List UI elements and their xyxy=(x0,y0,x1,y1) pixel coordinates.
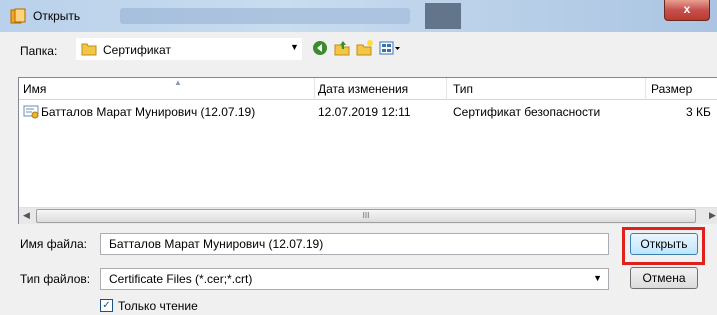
column-type[interactable]: Тип xyxy=(453,82,473,96)
readonly-checkbox[interactable]: ✓ xyxy=(100,299,113,312)
folder-icon xyxy=(81,43,97,56)
up-folder-icon[interactable] xyxy=(333,39,351,57)
file-name: Батталов Марат Мунирович (12.07.19) xyxy=(41,105,256,119)
filename-label: Имя файла: xyxy=(20,237,87,251)
file-size: 3 КБ xyxy=(686,105,711,119)
title-bar: Открыть x xyxy=(0,0,717,32)
file-type: Сертификат безопасности xyxy=(453,105,601,119)
column-divider[interactable] xyxy=(314,78,315,100)
chevron-down-icon: ▼ xyxy=(593,273,602,283)
scroll-thumb[interactable]: III xyxy=(36,209,696,223)
filetype-value: Certificate Files (*.cer;*.crt) xyxy=(109,272,253,286)
title-blur-dark xyxy=(425,3,461,29)
highlight-box xyxy=(622,227,705,265)
app-icon xyxy=(10,8,26,24)
column-divider[interactable] xyxy=(645,78,646,100)
chevron-down-icon[interactable]: ▼ xyxy=(290,42,299,52)
cancel-button[interactable]: Отмена xyxy=(630,267,698,289)
folder-name: Сертификат xyxy=(103,43,171,57)
title-blur xyxy=(120,8,410,24)
folder-label: Папка: xyxy=(20,44,58,58)
column-divider[interactable] xyxy=(446,78,447,100)
filename-input[interactable]: Батталов Марат Мунирович (12.07.19) xyxy=(100,233,609,255)
file-modified: 12.07.2019 12:11 xyxy=(318,105,411,119)
sort-up-icon: ▲ xyxy=(174,78,182,87)
column-name[interactable]: Имя xyxy=(23,82,46,96)
window-title: Открыть xyxy=(33,9,81,23)
scroll-right-icon[interactable]: ▶ xyxy=(709,210,716,221)
open-file-dialog: Открыть x Папка: Сертификат ▼ Имя ▲ Дата… xyxy=(0,0,717,315)
filetype-label: Тип файлов: xyxy=(20,272,91,286)
file-row[interactable]: Батталов Марат Мунирович (12.07.19) 12.0… xyxy=(19,102,717,122)
horizontal-scrollbar[interactable]: ◀ III ▶ xyxy=(19,207,717,224)
file-list-header: Имя ▲ Дата изменения Тип Размер xyxy=(19,78,717,100)
certificate-icon xyxy=(23,105,39,119)
column-size[interactable]: Размер xyxy=(651,82,692,96)
view-menu-icon[interactable] xyxy=(378,39,402,57)
scroll-left-icon[interactable]: ◀ xyxy=(23,210,30,221)
file-list[interactable]: Имя ▲ Дата изменения Тип Размер Батталов… xyxy=(18,77,717,224)
new-folder-icon[interactable] xyxy=(356,39,374,57)
filetype-select[interactable]: Certificate Files (*.cer;*.crt) ▼ xyxy=(100,268,609,290)
folder-select[interactable]: Сертификат xyxy=(76,38,302,60)
close-button[interactable]: x xyxy=(664,0,710,21)
column-modified[interactable]: Дата изменения xyxy=(318,82,408,96)
back-icon[interactable] xyxy=(311,39,329,57)
readonly-label[interactable]: Только чтение xyxy=(118,299,198,313)
